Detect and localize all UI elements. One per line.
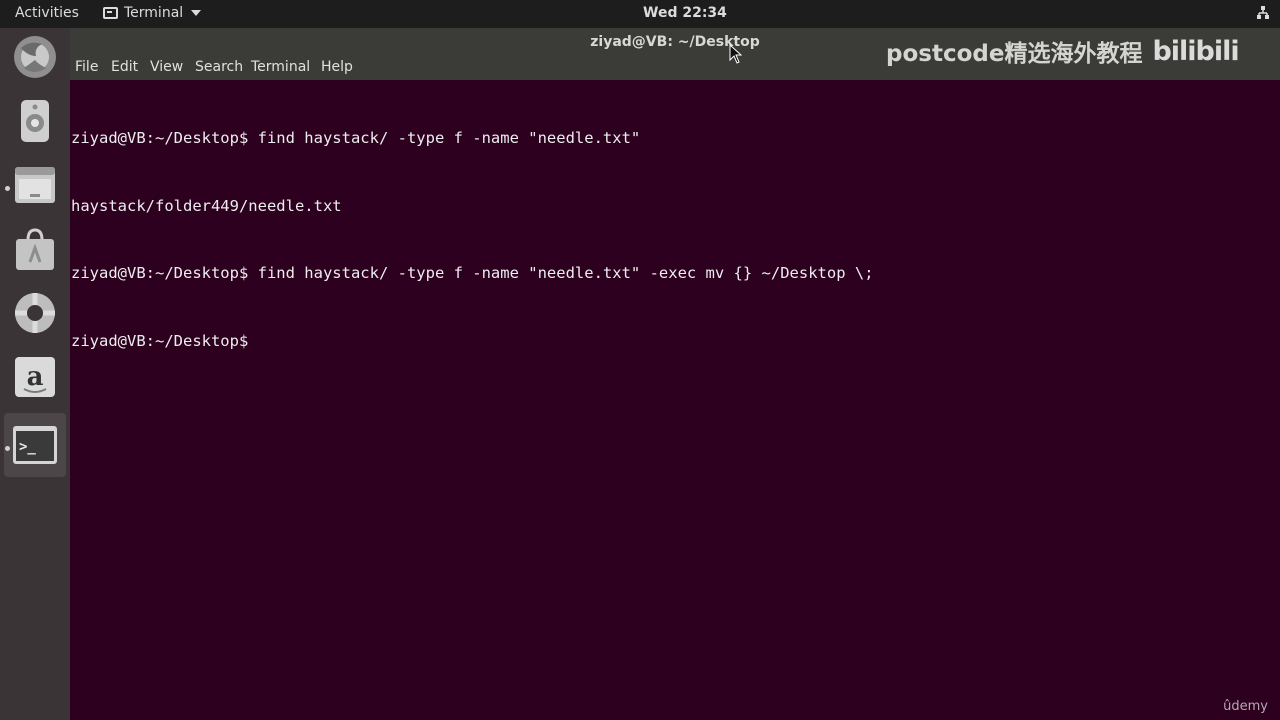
watermark-text: postcode精选海外教程 [886, 41, 1143, 67]
udemy-logo: ûdemy [1223, 699, 1268, 714]
app-menu-label: Terminal [124, 5, 184, 21]
dock-item-rhythmbox[interactable] [12, 98, 58, 144]
terminal-output[interactable]: ziyad@VB:~/Desktop$ find haystack/ -type… [70, 80, 1280, 720]
terminal-icon-prompt: >_ [19, 439, 36, 455]
firefox-icon [14, 36, 56, 78]
terminal-small-icon [103, 7, 118, 19]
menu-edit[interactable]: Edit [111, 59, 138, 75]
bilibili-logo: bilibili [1152, 35, 1239, 67]
dock-item-terminal[interactable]: >_ [12, 422, 58, 468]
dock-item-software[interactable] [12, 226, 58, 272]
clock[interactable]: Wed 22:34 [643, 5, 727, 21]
mouse-pointer-icon [729, 44, 743, 64]
app-menu[interactable]: Terminal [103, 5, 202, 21]
dock-running-indicator-terminal [5, 446, 10, 451]
network-icon[interactable] [1256, 5, 1270, 25]
amazon-icon: a [15, 357, 55, 397]
dock-item-help[interactable] [12, 290, 58, 336]
dock-item-firefox[interactable] [12, 34, 58, 80]
lifebuoy-icon [15, 293, 55, 333]
menu-help[interactable]: Help [321, 59, 353, 75]
terminal-line: ziyad@VB:~/Desktop$ find haystack/ -type… [71, 264, 874, 282]
terminal-line: ziyad@VB:~/Desktop$ find haystack/ -type… [71, 129, 641, 147]
menu-search[interactable]: Search [195, 59, 243, 75]
terminal-window: ziyad@VB: ~/Desktop File Edit View Searc… [70, 28, 1280, 720]
dock-running-indicator [5, 186, 10, 191]
menu-view[interactable]: View [150, 59, 183, 75]
top-bar: Activities Terminal Wed 22:34 [0, 0, 1280, 28]
terminal-icon: >_ [13, 426, 57, 464]
caret-down-icon [191, 10, 202, 16]
dock-item-files[interactable] [12, 162, 58, 208]
shopping-bag-icon [16, 228, 54, 270]
menu-file[interactable]: File [75, 59, 98, 75]
speaker-icon [21, 100, 49, 142]
watermark: postcode精选海外教程 bilibili [886, 34, 1240, 68]
dock: a >_ [0, 28, 70, 720]
activities-button[interactable]: Activities [15, 5, 79, 21]
menu-terminal[interactable]: Terminal [251, 59, 310, 75]
terminal-line: haystack/folder449/needle.txt [71, 196, 342, 215]
terminal-prompt-line: ziyad@VB:~/Desktop$ [71, 331, 258, 350]
amazon-icon-letter: a [27, 362, 44, 392]
file-cabinet-icon [15, 167, 55, 203]
dock-item-amazon[interactable]: a [12, 354, 58, 400]
